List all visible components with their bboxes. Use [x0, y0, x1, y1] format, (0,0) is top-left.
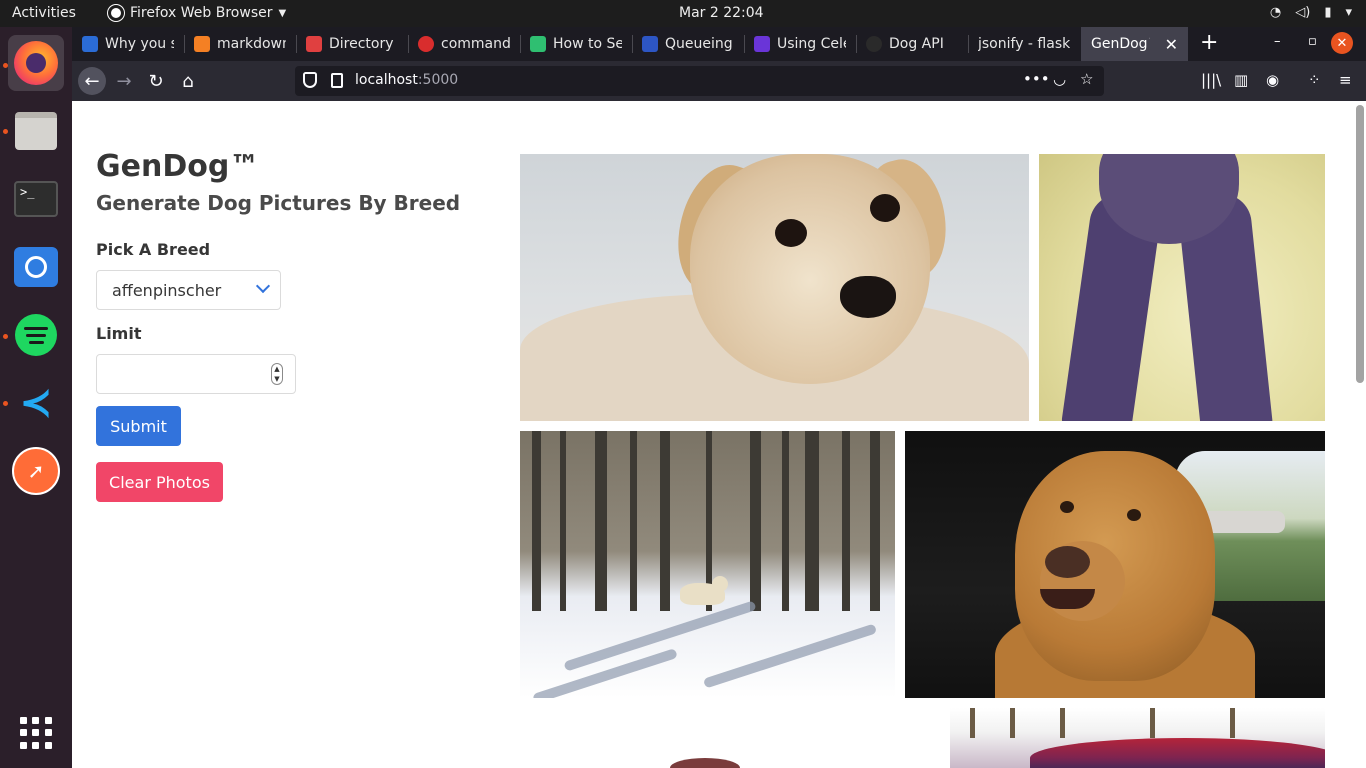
close-window-button[interactable]: ✕: [1331, 32, 1353, 54]
tab-label: command: [441, 36, 510, 52]
dock-files[interactable]: [8, 103, 64, 159]
volume-icon[interactable]: ◁): [1295, 5, 1310, 20]
home-button[interactable]: ⌂: [174, 67, 202, 95]
vscode-icon: ≺: [19, 380, 53, 426]
caret-down-icon: ▼: [278, 7, 287, 19]
tab-label: Why you sl: [105, 36, 174, 52]
software-store-icon: [14, 247, 58, 287]
navigation-bar: ← → ↻ ⌂ localhost:5000 ••• ◡ ☆ |||\ ▥ ◉ …: [72, 61, 1366, 101]
dock-vscode[interactable]: ≺: [8, 375, 64, 431]
breed-label: Pick A Breed: [96, 240, 211, 259]
clear-photos-button[interactable]: Clear Photos: [96, 462, 223, 502]
limit-input[interactable]: [96, 354, 296, 394]
page-info-icon[interactable]: [331, 73, 343, 88]
dog-photo: [950, 708, 1325, 768]
clock[interactable]: Mar 2 22:04: [679, 5, 764, 21]
wifi-icon[interactable]: ◔: [1270, 5, 1281, 20]
firefox-small-icon: [108, 5, 124, 21]
tab-label: Directory S: [329, 36, 398, 52]
menu-icon[interactable]: ≡: [1339, 71, 1352, 89]
battery-icon[interactable]: ▮: [1324, 5, 1331, 20]
submit-button[interactable]: Submit: [96, 406, 181, 446]
spotify-icon: [15, 314, 57, 356]
favicon-icon: [866, 36, 882, 52]
app-grid-icon[interactable]: [20, 717, 52, 749]
app-menu-label: Firefox Web Browser: [130, 5, 273, 21]
tab-label: jsonify - flask: [978, 36, 1070, 52]
postman-icon: ➚: [12, 447, 60, 495]
dog-photo: [1039, 154, 1325, 421]
dog-photo: [520, 154, 1029, 421]
tab-bar: Why you sl markdown Directory S command …: [72, 27, 1366, 61]
dock-postman[interactable]: ➚: [8, 443, 64, 499]
app-menu[interactable]: Firefox Web Browser ▼: [108, 5, 286, 21]
maximize-button[interactable]: ▫: [1308, 34, 1317, 49]
favicon-icon: [754, 36, 770, 52]
tab[interactable]: Why you sl: [72, 27, 184, 61]
tab-label: Queueing: [665, 36, 733, 52]
system-tray[interactable]: ◔ ◁) ▮ ▾: [1270, 5, 1352, 20]
tab-label: Dog API: [889, 36, 944, 52]
sidebar-icon[interactable]: ▥: [1234, 71, 1248, 89]
dock-terminal[interactable]: >_: [8, 171, 64, 227]
system-top-bar: Activities Firefox Web Browser ▼ Mar 2 2…: [0, 0, 1366, 27]
tab-label: Using Cele: [777, 36, 846, 52]
favicon-icon: [306, 36, 322, 52]
activities-button[interactable]: Activities: [12, 5, 76, 21]
tab[interactable]: jsonify - flask: [968, 27, 1080, 61]
dog-photo: [520, 708, 947, 768]
back-button[interactable]: ←: [78, 67, 106, 95]
dock: >_ ≺ ➚: [0, 27, 72, 768]
bookmark-star-icon[interactable]: ☆: [1080, 70, 1093, 88]
tab-label: How to Se: [553, 36, 622, 52]
url-text[interactable]: localhost:5000: [355, 72, 458, 88]
new-tab-button[interactable]: +: [1200, 30, 1218, 55]
breed-select[interactable]: affenpinscher: [96, 270, 281, 310]
favicon-icon: [194, 36, 210, 52]
tracking-protection-icon[interactable]: [303, 72, 317, 88]
forward-button[interactable]: →: [110, 67, 138, 95]
tab-label: markdown: [217, 36, 286, 52]
dog-photo: [905, 431, 1325, 698]
dock-spotify[interactable]: [8, 307, 64, 363]
chevron-down-icon: [255, 278, 271, 294]
terminal-icon: >_: [14, 181, 58, 217]
tab[interactable]: Using Cele: [744, 27, 856, 61]
close-tab-icon[interactable]: ✕: [1165, 35, 1178, 54]
favicon-icon: [82, 36, 98, 52]
extensions-icon[interactable]: ⁘: [1308, 71, 1321, 89]
power-menu-icon[interactable]: ▾: [1345, 5, 1352, 20]
tab[interactable]: How to Se: [520, 27, 632, 61]
favicon-icon: [642, 36, 658, 52]
tab[interactable]: markdown: [184, 27, 296, 61]
tab[interactable]: Dog API: [856, 27, 968, 61]
dock-firefox[interactable]: [8, 35, 64, 91]
tab-active[interactable]: GenDog™ ✕: [1081, 27, 1188, 61]
page-content: GenDog™ Generate Dog Pictures By Breed P…: [72, 101, 1366, 768]
tab[interactable]: Queueing: [632, 27, 744, 61]
minimize-button[interactable]: –: [1274, 34, 1281, 49]
number-stepper-icon[interactable]: ▲ ▼: [271, 363, 283, 385]
breed-select-value: affenpinscher: [112, 281, 222, 300]
pocket-icon[interactable]: ◡: [1053, 70, 1066, 88]
library-icon[interactable]: |||\: [1201, 71, 1221, 89]
favicon-icon: [530, 36, 546, 52]
firefox-icon: [14, 41, 58, 85]
page-actions-icon[interactable]: •••: [1023, 70, 1050, 88]
page-title: GenDog™: [96, 149, 260, 184]
reload-button[interactable]: ↻: [142, 67, 170, 95]
limit-label: Limit: [96, 324, 142, 343]
scrollbar[interactable]: [1356, 105, 1364, 383]
account-icon[interactable]: ◉: [1266, 71, 1279, 89]
dog-photo: [520, 431, 895, 698]
tab-label: GenDog™: [1091, 36, 1150, 52]
tab[interactable]: Directory S: [296, 27, 408, 61]
dock-software-store[interactable]: [8, 239, 64, 295]
page-subtitle: Generate Dog Pictures By Breed: [96, 191, 461, 215]
files-icon: [15, 112, 57, 150]
tab[interactable]: command: [408, 27, 520, 61]
favicon-icon: [418, 36, 434, 52]
url-bar[interactable]: localhost:5000 ••• ◡ ☆: [295, 66, 1104, 96]
